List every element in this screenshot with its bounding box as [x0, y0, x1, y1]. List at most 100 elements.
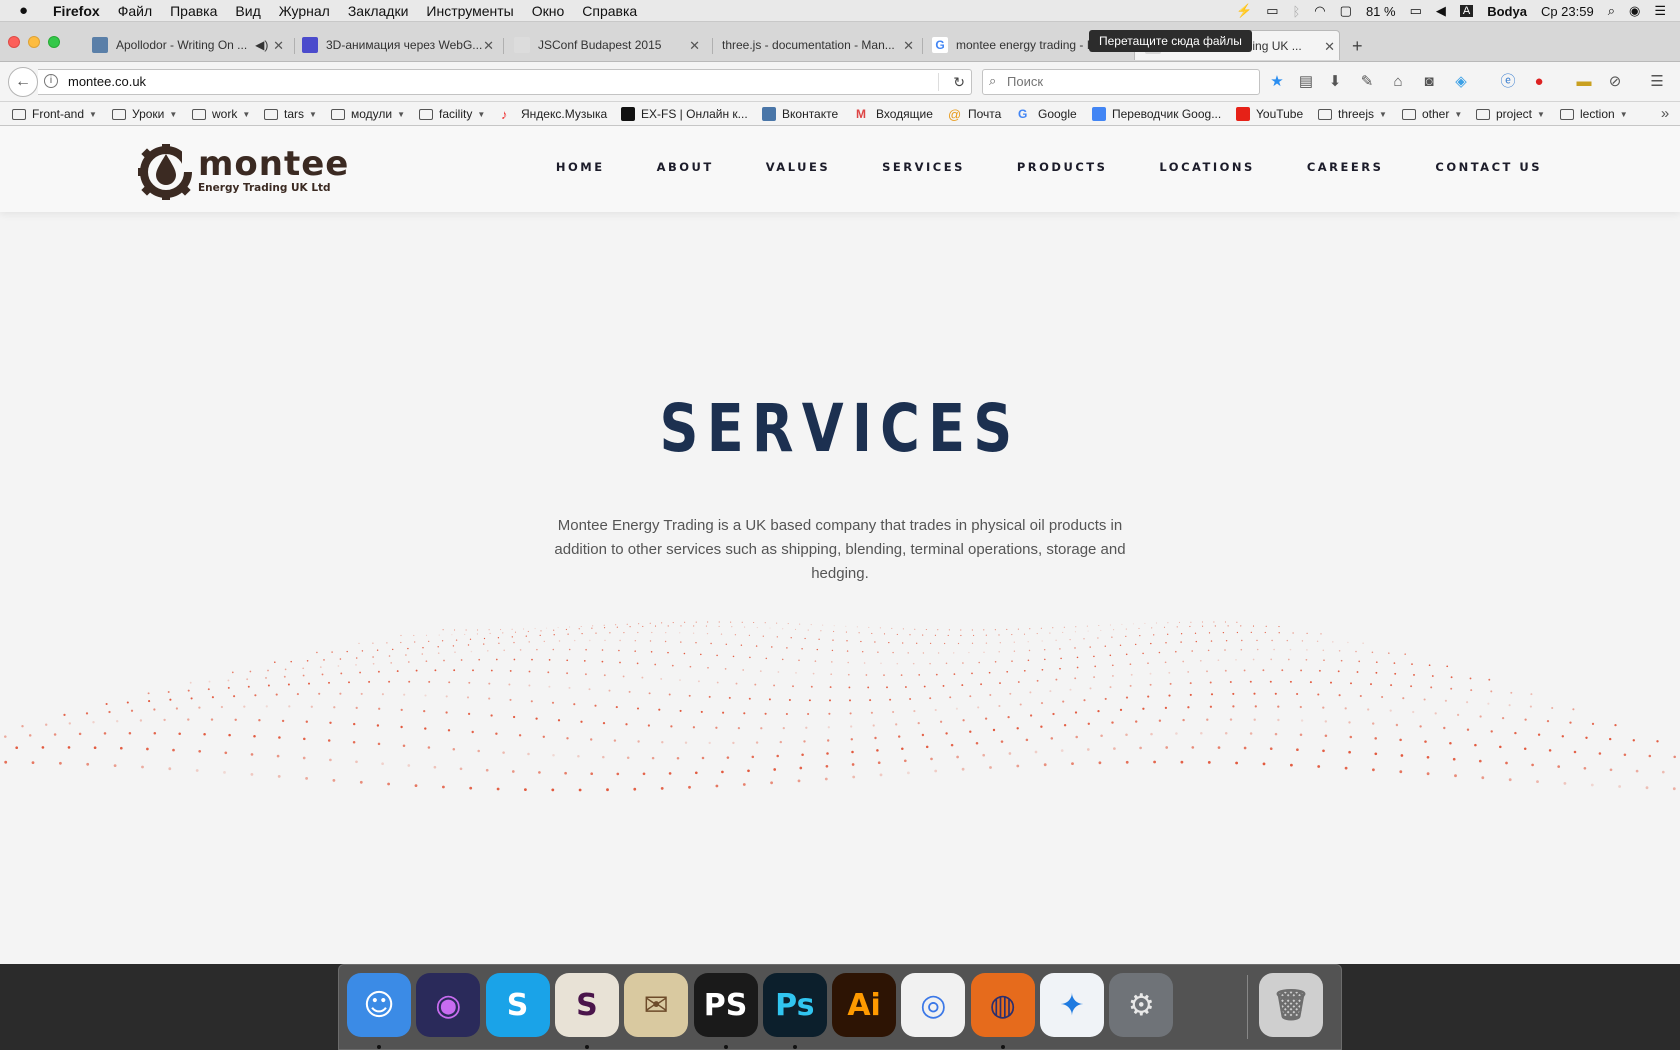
tab-webgl[interactable]: 3D-анимация через WebG... ✕: [302, 30, 498, 60]
dock-skype-icon[interactable]: S: [485, 973, 550, 1037]
battery-icon[interactable]: ▭: [1410, 3, 1422, 19]
menu-help[interactable]: Справка: [582, 3, 637, 19]
pocket-icon[interactable]: ◙: [1420, 73, 1438, 91]
dock-illustrator-icon[interactable]: Ai: [832, 973, 897, 1037]
close-tab-icon[interactable]: ✕: [903, 38, 914, 54]
menu-bookmarks[interactable]: Закладки: [348, 3, 409, 19]
bookmark-folder-tars[interactable]: tars ▼: [264, 105, 317, 123]
home-icon[interactable]: ⌂: [1389, 73, 1407, 91]
menu-tools[interactable]: Инструменты: [426, 3, 513, 19]
battery-percent[interactable]: 81 %: [1366, 4, 1396, 19]
url-input[interactable]: [68, 74, 928, 89]
tab-threejs-docs[interactable]: three.js - documentation - Man... ✕: [722, 30, 918, 60]
menu-view[interactable]: Вид: [235, 3, 260, 19]
spotlight-search-icon[interactable]: ⌕: [1608, 3, 1615, 19]
extension-e-icon[interactable]: ⓔ: [1499, 73, 1517, 91]
site-info-icon[interactable]: i: [44, 74, 58, 88]
url-bar[interactable]: i ↻: [38, 69, 972, 95]
bookmark-folder-lection[interactable]: lection ▼: [1560, 105, 1628, 123]
nav-contact-us[interactable]: CONTACT US: [1435, 160, 1542, 174]
nav-services[interactable]: SERVICES: [882, 160, 965, 174]
dock-firefox-icon[interactable]: ◍: [970, 973, 1035, 1037]
display-icon[interactable]: ▢: [1340, 3, 1352, 19]
bookmark-folder-threejs[interactable]: threejs ▼: [1318, 105, 1387, 123]
tab-favicon: [514, 37, 530, 53]
close-window-button[interactable]: [8, 36, 20, 48]
adblock-icon[interactable]: ●: [1530, 73, 1548, 91]
input-source-icon[interactable]: A: [1459, 5, 1474, 17]
bookmarks-list-icon[interactable]: ▤: [1297, 73, 1315, 91]
dock-trash-icon[interactable]: 🗑: [1259, 973, 1323, 1037]
wifi-icon[interactable]: ◠: [1314, 3, 1325, 19]
bookmark-folder-moduli[interactable]: модули ▼: [331, 105, 405, 123]
search-bar[interactable]: ⌕: [982, 69, 1260, 95]
bookmark-inbox[interactable]: M Входящие: [856, 105, 933, 123]
bookmark-folder-work[interactable]: work ▼: [192, 105, 250, 123]
hamburger-menu-icon[interactable]: ☰: [1648, 73, 1666, 91]
search-input[interactable]: [1007, 74, 1247, 89]
dock-phpstorm-icon[interactable]: PS: [693, 973, 758, 1037]
maximize-window-button[interactable]: [48, 36, 60, 48]
download-icon[interactable]: ⬇: [1326, 73, 1344, 91]
dock-siri-icon[interactable]: ◉: [416, 973, 481, 1037]
nav-about[interactable]: ABOUT: [657, 160, 714, 174]
bookmark-vkontakte[interactable]: Вконтакте: [762, 105, 838, 123]
apple-menu-icon[interactable]: ●: [19, 2, 37, 19]
back-button[interactable]: ←: [8, 67, 38, 97]
bookmark-pochta[interactable]: @ Почта: [948, 105, 1001, 123]
app-menu-firefox[interactable]: Firefox: [53, 3, 100, 19]
dock-slack-icon[interactable]: S: [554, 973, 619, 1037]
tab-apollodor[interactable]: Apollodor - Writing On ... ◀) ✕: [92, 30, 288, 60]
close-tab-icon[interactable]: ✕: [483, 38, 494, 54]
close-tab-icon[interactable]: ✕: [273, 38, 284, 54]
clock[interactable]: Ср 23:59: [1541, 4, 1594, 19]
menu-window[interactable]: Окно: [532, 3, 565, 19]
extension-diamond-icon[interactable]: ◈: [1452, 73, 1470, 91]
bookmark-ex-fs[interactable]: EX-FS | Онлайн к...: [621, 105, 748, 123]
close-tab-icon[interactable]: ✕: [689, 38, 700, 54]
bookmark-folder-other[interactable]: other ▼: [1402, 105, 1462, 123]
developer-tools-icon[interactable]: ✎: [1358, 73, 1376, 91]
new-tab-button[interactable]: +: [1352, 36, 1363, 57]
nav-products[interactable]: PRODUCTS: [1017, 160, 1108, 174]
bookmark-folder-facility[interactable]: facility ▼: [419, 105, 485, 123]
bookmark-google-translate[interactable]: Переводчик Goog...: [1092, 105, 1221, 123]
dock-finder-icon[interactable]: ☺: [347, 973, 411, 1037]
extension-slash-icon[interactable]: ⊘: [1606, 73, 1624, 91]
dock-photoshop-icon[interactable]: Ps: [762, 973, 827, 1037]
bookmark-folder-project[interactable]: project ▼: [1476, 105, 1545, 123]
bookmark-folder-front-and[interactable]: Front-and ▼: [12, 105, 97, 123]
nav-values[interactable]: VALUES: [766, 160, 830, 174]
menu-history[interactable]: Журнал: [279, 3, 330, 19]
dock-system-preferences-icon[interactable]: ⚙: [1109, 973, 1174, 1037]
menu-file[interactable]: Файл: [118, 3, 152, 19]
siri-icon[interactable]: ◉: [1629, 3, 1640, 19]
nav-careers[interactable]: CAREERS: [1307, 160, 1384, 174]
desktop: ● Firefox Файл Правка Вид Журнал Закладк…: [0, 0, 1680, 1050]
lightning-icon[interactable]: ⚡: [1236, 3, 1252, 19]
menu-edit[interactable]: Правка: [170, 3, 217, 19]
bookmark-google[interactable]: G Google: [1018, 105, 1077, 123]
montee-logo[interactable]: montee Energy Trading UK Ltd: [138, 142, 348, 200]
nav-home[interactable]: HOME: [556, 160, 605, 174]
tab-jsconf[interactable]: JSConf Budapest 2015 ✕: [514, 30, 704, 60]
volume-icon[interactable]: ◀: [1436, 3, 1446, 19]
user-name[interactable]: Bodya: [1487, 4, 1527, 19]
bookmark-folder-uroki[interactable]: Уроки ▼: [112, 105, 177, 123]
bluetooth-icon[interactable]: ᛒ: [1292, 4, 1300, 19]
dock-chrome-icon[interactable]: ◎: [901, 973, 966, 1037]
minimize-window-button[interactable]: [28, 36, 40, 48]
ruler-extension-icon[interactable]: ▬: [1575, 73, 1593, 91]
notification-center-icon[interactable]: ☰: [1654, 3, 1666, 19]
dock-safari-icon[interactable]: ✦: [1040, 973, 1104, 1037]
airplay-icon[interactable]: ▭: [1266, 3, 1278, 19]
reload-icon[interactable]: ↻: [953, 74, 965, 91]
bookmark-yandex-music[interactable]: ♪ Яндекс.Музыка: [501, 105, 607, 123]
bookmarks-overflow-icon[interactable]: »: [1656, 105, 1674, 123]
bookmark-star-icon[interactable]: ★: [1268, 73, 1286, 91]
speaker-icon[interactable]: ◀): [255, 38, 268, 52]
dock-mail-icon[interactable]: ✉: [624, 973, 689, 1037]
nav-locations[interactable]: LOCATIONS: [1159, 160, 1254, 174]
close-tab-icon[interactable]: ✕: [1324, 39, 1335, 55]
bookmark-youtube[interactable]: YouTube: [1236, 105, 1303, 123]
